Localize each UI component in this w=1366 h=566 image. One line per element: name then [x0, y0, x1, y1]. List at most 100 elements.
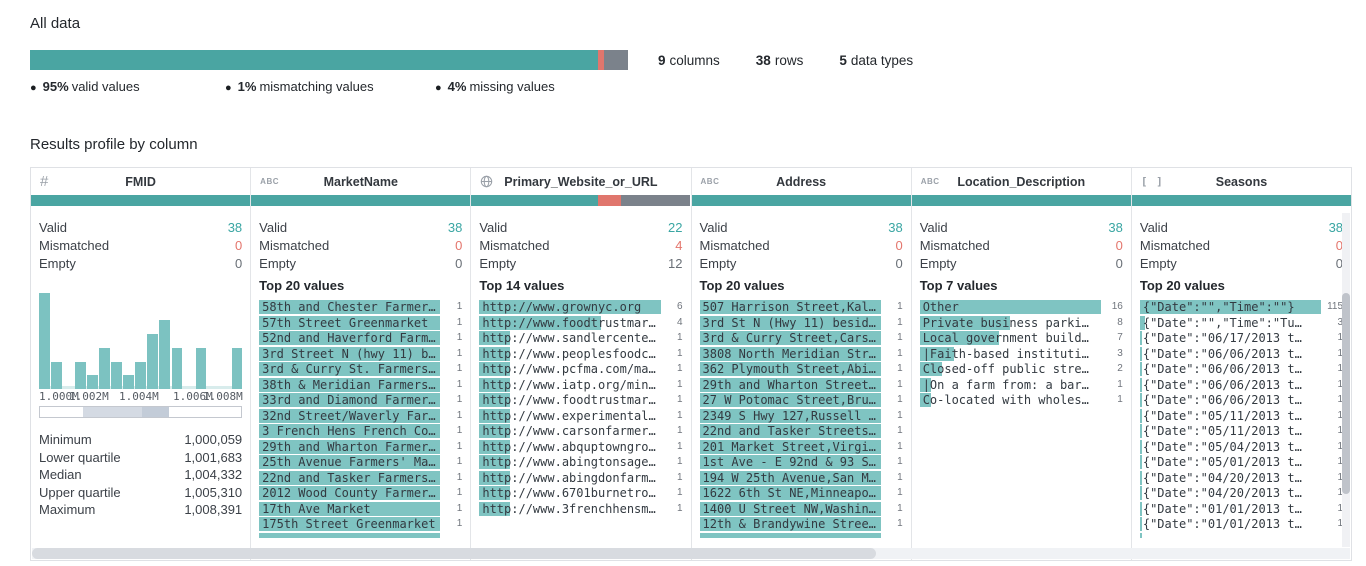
- range-slider[interactable]: [39, 406, 243, 418]
- value-row[interactable]: 3rd Street N (hwy 11) b… 1: [259, 346, 462, 361]
- value-row[interactable]: {"Date":"06/06/2013 t… 1: [1139, 346, 1343, 361]
- valid-segment[interactable]: [1131, 195, 1352, 206]
- column-header-Primary_Website_or_URL[interactable]: Primary_Website_or_URL: [471, 168, 690, 195]
- value-row[interactable]: http://www.abingtonsage… 1: [479, 455, 683, 469]
- histogram-bar[interactable]: [147, 334, 158, 389]
- value-row[interactable]: 201 Market Street,Virgi… 1: [699, 439, 903, 454]
- value-bar[interactable]: [1139, 408, 1142, 423]
- valid-segment[interactable]: [251, 195, 471, 206]
- value-row[interactable]: Private business parki… 8: [919, 315, 1123, 330]
- histogram-bar[interactable]: [171, 348, 183, 389]
- valid-bar-segment[interactable]: [30, 50, 599, 70]
- value-bar[interactable]: [1139, 377, 1142, 392]
- value-bar[interactable]: [1139, 486, 1142, 500]
- value-bar[interactable]: [1139, 439, 1142, 454]
- value-row[interactable]: {"Date":"01/01/2013 t… 1: [1139, 517, 1343, 531]
- value-row[interactable]: {"Date":"04/20/2013 t… 1: [1139, 486, 1343, 500]
- vertical-scrollbar[interactable]: [1342, 213, 1350, 547]
- mismatch-segment[interactable]: [598, 195, 622, 206]
- value-row[interactable]: http://www.iatp.org/min… 1: [479, 377, 683, 392]
- value-row[interactable]: 2349 S Hwy 127,Russell … 1: [699, 408, 903, 423]
- value-row[interactable]: {"Date":"06/17/2013 t… 1: [1139, 331, 1343, 345]
- value-row[interactable]: Closed-off public stre… 2: [919, 362, 1123, 376]
- value-row[interactable]: 1622 6th St NE,Minneapo… 1: [699, 486, 903, 500]
- value-row[interactable]: |Faith-based instituti… 3: [919, 346, 1123, 361]
- value-bar[interactable]: [1139, 424, 1142, 438]
- value-bar[interactable]: [1139, 362, 1142, 376]
- value-row[interactable]: http://www.abquptowngro… 1: [479, 439, 683, 454]
- column-quality-bar[interactable]: [251, 195, 471, 206]
- value-row[interactable]: 25th Avenue Farmers' Ma… 1: [259, 455, 462, 469]
- value-bar[interactable]: [1139, 393, 1142, 407]
- value-row[interactable]: 3rd St N (Hwy 11) besid… 1: [699, 315, 903, 330]
- value-row[interactable]: http://www.foodtrustmar… 1: [479, 393, 683, 407]
- vertical-scrollbar-thumb[interactable]: [1342, 293, 1350, 494]
- value-row[interactable]: 17th Ave Market 1: [259, 501, 462, 516]
- value-row[interactable]: http://www.3frenchhensm… 1: [479, 501, 683, 516]
- value-row[interactable]: {"Date":"06/06/2013 t… 1: [1139, 362, 1343, 376]
- value-row[interactable]: [699, 532, 903, 538]
- value-row[interactable]: [259, 532, 462, 538]
- histogram-bar[interactable]: [75, 362, 86, 389]
- missing-bar-segment[interactable]: [604, 50, 628, 70]
- histogram-bar[interactable]: [231, 348, 243, 389]
- valid-segment[interactable]: [691, 195, 911, 206]
- histogram-bar[interactable]: [195, 348, 207, 389]
- value-row[interactable]: 175th Street Greenmarket 1: [259, 517, 462, 531]
- value-row[interactable]: {"Date":"05/04/2013 t… 1: [1139, 439, 1343, 454]
- column-header-Location_Description[interactable]: ABC Location_Description: [912, 168, 1131, 195]
- histogram-bar[interactable]: [87, 375, 98, 389]
- value-row[interactable]: http://www.6701burnetro… 1: [479, 486, 683, 500]
- overall-quality-bar[interactable]: [30, 50, 628, 70]
- value-row[interactable]: 1400 U Street NW,Washin… 1: [699, 501, 903, 516]
- value-bar[interactable]: [1139, 532, 1142, 538]
- slider-quartile-segment[interactable]: [83, 407, 142, 417]
- value-bar[interactable]: [699, 532, 881, 538]
- value-row[interactable]: 3rd & Curry St. Farmers… 1: [259, 362, 462, 376]
- value-row[interactable]: 2012 Wood County Farmer… 1: [259, 486, 462, 500]
- value-row[interactable]: 22nd and Tasker Farmers… 1: [259, 470, 462, 485]
- value-row[interactable]: 507 Harrison Street,Kal… 1: [699, 300, 903, 314]
- value-row[interactable]: http://www.carsonfarmer… 1: [479, 424, 683, 438]
- histogram-bar[interactable]: [99, 348, 110, 389]
- column-header-FMID[interactable]: # FMID: [31, 168, 250, 195]
- histogram-bar[interactable]: [39, 293, 50, 389]
- value-row[interactable]: 3rd & Curry Street,Cars… 1: [699, 331, 903, 345]
- value-bar[interactable]: [1139, 331, 1142, 345]
- value-row[interactable]: {"Date":"05/11/2013 t… 1: [1139, 408, 1343, 423]
- value-bar[interactable]: [259, 532, 441, 538]
- value-row[interactable]: {"Date":"05/01/2013 t… 1: [1139, 455, 1343, 469]
- value-row[interactable]: |On a farm from: a bar… 1: [919, 377, 1123, 392]
- value-row[interactable]: 57th Street Greenmarket 1: [259, 315, 462, 330]
- column-header-MarketName[interactable]: ABC MarketName: [251, 168, 470, 195]
- horizontal-scrollbar-thumb[interactable]: [32, 548, 876, 559]
- column-quality-bar[interactable]: [471, 195, 691, 206]
- value-row[interactable]: Other 16: [919, 300, 1123, 314]
- missing-segment[interactable]: [621, 195, 691, 206]
- histogram-bar[interactable]: [123, 375, 134, 389]
- value-row[interactable]: {"Date":"","Time":""} 115: [1139, 300, 1343, 314]
- value-bar[interactable]: [1139, 470, 1142, 485]
- value-row[interactable]: 1st Ave - E 92nd & 93 S… 1: [699, 455, 903, 469]
- value-row[interactable]: Local government build… 7: [919, 331, 1123, 345]
- column-quality-bar[interactable]: [1131, 195, 1352, 206]
- valid-segment[interactable]: [471, 195, 599, 206]
- histogram-bar[interactable]: [111, 362, 122, 389]
- histogram-bar[interactable]: [135, 362, 146, 389]
- value-row[interactable]: 362 Plymouth Street,Abi… 1: [699, 362, 903, 376]
- column-header-Seasons[interactable]: [ ] Seasons: [1132, 168, 1351, 195]
- value-row[interactable]: {"Date":"06/06/2013 t… 1: [1139, 393, 1343, 407]
- column-header-Address[interactable]: ABC Address: [692, 168, 911, 195]
- horizontal-scrollbar[interactable]: [32, 548, 1350, 559]
- value-row[interactable]: http://www.sandlercente… 1: [479, 331, 683, 345]
- column-quality-bar[interactable]: [691, 195, 911, 206]
- value-row[interactable]: [1139, 532, 1343, 538]
- value-row[interactable]: 3 French Hens French Co… 1: [259, 424, 462, 438]
- valid-segment[interactable]: [31, 195, 251, 206]
- value-row[interactable]: {"Date":"04/20/2013 t… 1: [1139, 470, 1343, 485]
- value-row[interactable]: {"Date":"06/06/2013 t… 1: [1139, 377, 1343, 392]
- value-row[interactable]: http://www.experimental… 1: [479, 408, 683, 423]
- value-bar[interactable]: [1139, 517, 1142, 531]
- value-row[interactable]: http://www.pcfma.com/ma… 1: [479, 362, 683, 376]
- value-row[interactable]: {"Date":"","Time":"Tu… 3: [1139, 315, 1343, 330]
